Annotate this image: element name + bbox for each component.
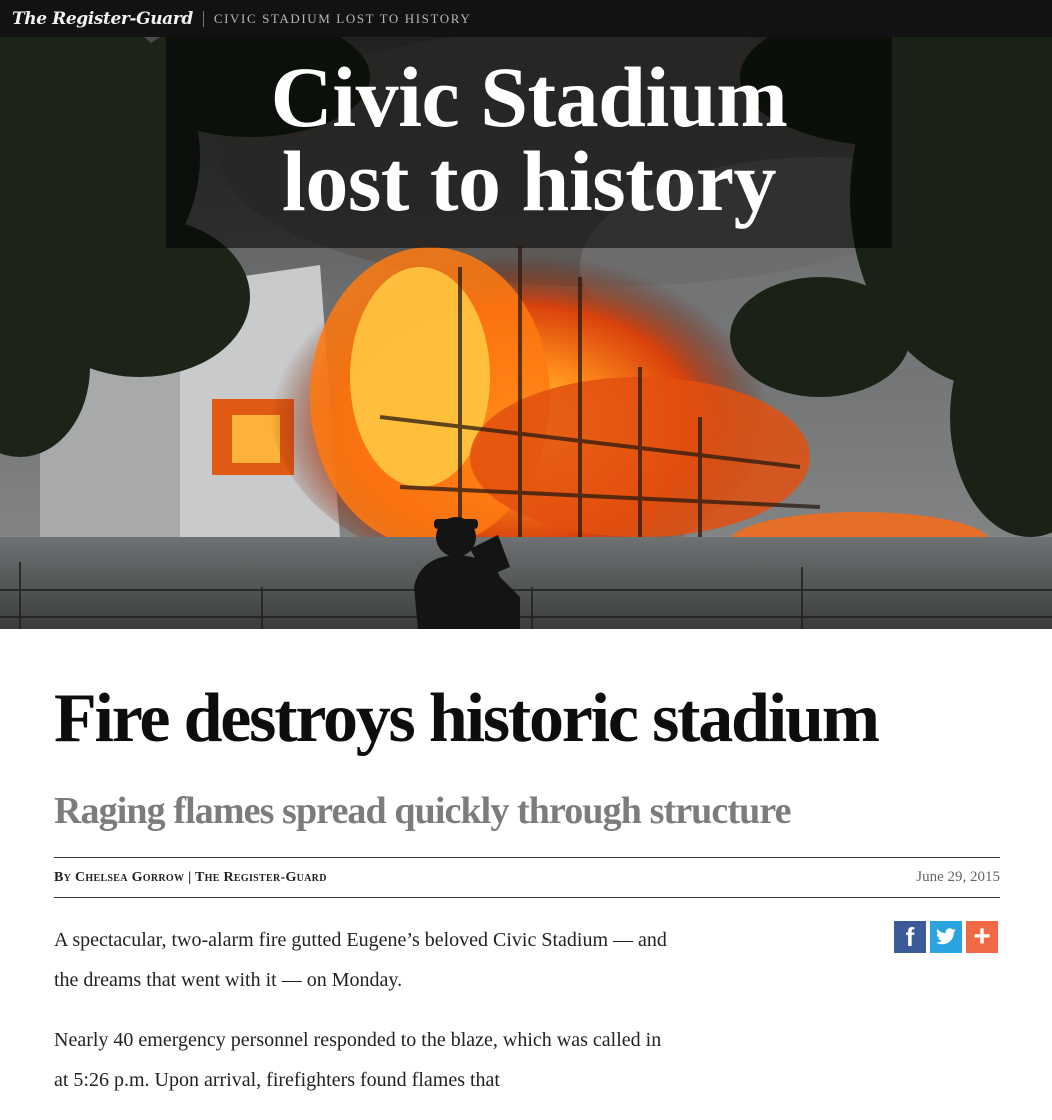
article-paragraph: Nearly 40 emergency personnel responded …: [54, 1029, 662, 1091]
publication-name: The Register-Guard: [195, 869, 327, 885]
article-body: A spectacular, two-alarm fire gutted Eug…: [54, 920, 674, 1120]
hero-title-line-2: lost to history: [281, 133, 777, 229]
more-share-button[interactable]: +: [966, 920, 998, 953]
share-buttons: f +: [894, 920, 998, 953]
author-name[interactable]: Chelsea Gorrow: [75, 870, 184, 885]
byline-bar: By Chelsea Gorrow | The Register-Guard J…: [54, 857, 1000, 898]
top-navigation-bar: The Register-Guard CIVIC STADIUM LOST TO…: [0, 0, 1052, 38]
article-paragraph: A spectacular, two-alarm fire gutted Eug…: [54, 929, 667, 991]
twitter-icon: [936, 928, 956, 945]
section-title: CIVIC STADIUM LOST TO HISTORY: [213, 10, 472, 26]
article-headline: Fire destroys historic stadium: [54, 680, 880, 757]
masthead-logo[interactable]: The Register-Guard: [12, 9, 193, 29]
header-divider: [202, 10, 204, 27]
hero-title: Civic Stadium lost to history: [166, 49, 892, 229]
byline-prefix: By: [54, 869, 72, 885]
twitter-share-button[interactable]: [930, 921, 962, 953]
article-subhead: Raging flames spread quickly through str…: [54, 790, 792, 832]
plus-icon: +: [973, 920, 991, 953]
hero-title-line-1: Civic Stadium: [270, 49, 788, 145]
byline-separator: |: [188, 869, 192, 885]
facebook-icon: f: [905, 921, 915, 952]
hero-image: Civic Stadium lost to history: [0, 37, 1052, 629]
publish-date: June 29, 2015: [916, 869, 1000, 885]
facebook-share-button[interactable]: f: [894, 921, 926, 953]
byline: By Chelsea Gorrow | The Register-Guard: [54, 870, 327, 886]
